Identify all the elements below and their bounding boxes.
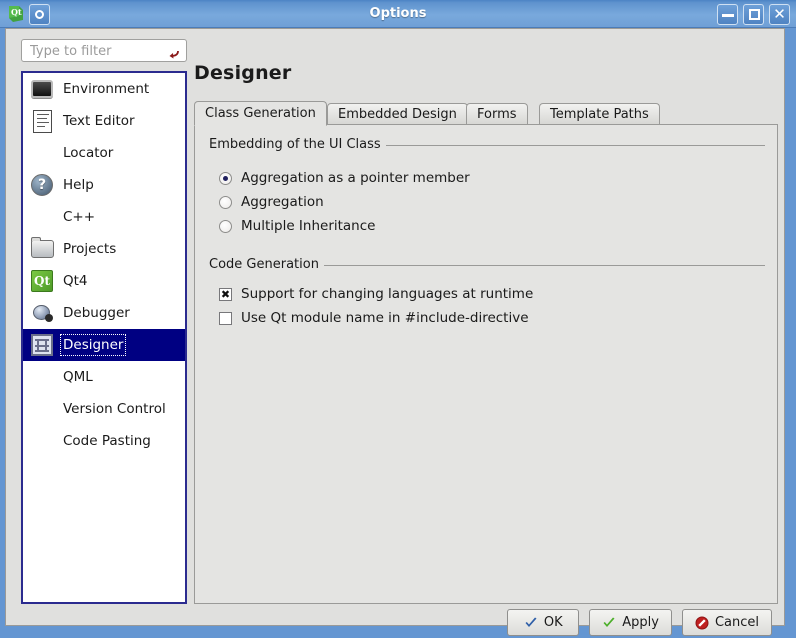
cancel-red-icon [695,616,709,630]
sidebar-item-qt4[interactable]: Qt Qt4 [23,265,185,297]
group-code-generation: Code Generation Support for changing lan… [209,257,765,337]
help-icon: ? [28,171,56,199]
sidebar-item-label: Code Pasting [63,433,151,449]
group-title: Code Generation [209,257,324,272]
sidebar-item-designer[interactable]: Designer [23,329,185,361]
no-icon [28,395,56,423]
sidebar-item-help[interactable]: ? Help [23,169,185,201]
radio-label: Multiple Inheritance [241,218,376,234]
sidebar-item-label: Debugger [63,305,130,321]
clear-filter-icon[interactable] [168,45,180,59]
cancel-button[interactable]: Cancel [681,609,772,636]
tab-panel-class-generation: Embedding of the UI Class Aggregation as… [194,124,778,604]
ok-label: OK [543,615,563,630]
sidebar-item-label: Environment [63,81,150,97]
maximize-icon [749,9,760,20]
tab-class-generation[interactable]: Class Generation [194,101,327,126]
check-blue-icon [524,616,538,630]
sidebar-item-label: Designer [59,334,127,356]
radio-indicator[interactable] [219,171,232,185]
category-list[interactable]: Environment Text Editor Locator ? Help C… [21,71,187,604]
sidebar-item-label: QML [63,369,93,385]
group-title: Embedding of the UI Class [209,137,386,152]
document-icon [28,107,56,135]
designer-icon [28,331,56,359]
filter-box[interactable] [21,39,187,63]
radio-aggregation[interactable]: Aggregation [219,194,324,210]
checkbox-use-qt-module-name[interactable]: Use Qt module name in #include-directive [219,310,529,326]
sidebar-item-environment[interactable]: Environment [23,73,185,105]
bug-icon [28,299,56,327]
radio-label: Aggregation [241,194,324,210]
checkbox-label: Support for changing languages at runtim… [241,286,534,302]
no-icon [28,139,56,167]
check-green-icon [602,616,616,630]
title-bar[interactable]: Qt Options ✕ [0,0,796,28]
minimize-icon [722,14,734,17]
sidebar-item-label: C++ [63,209,96,225]
dialog-button-row: OK Apply Cancel [507,609,772,636]
sidebar-item-code-pasting[interactable]: Code Pasting [23,425,185,457]
radio-indicator[interactable] [219,219,232,233]
checkbox-support-changing-languages[interactable]: Support for changing languages at runtim… [219,286,533,302]
radio-indicator[interactable] [219,195,232,209]
checkbox-indicator[interactable] [219,287,232,301]
window-menu-ring [35,10,44,19]
tab-embedded-design[interactable]: Embedded Design [327,103,468,125]
apply-button[interactable]: Apply [589,609,672,636]
sidebar-item-debugger[interactable]: Debugger [23,297,185,329]
sidebar-item-label: Help [63,177,94,193]
sidebar-item-cpp[interactable]: C++ [23,201,185,233]
radio-label: Aggregation as a pointer member [241,170,470,186]
page-title: Designer [194,62,292,84]
svg-text:Qt: Qt [11,7,22,17]
cancel-label: Cancel [714,615,759,630]
qt-icon: Qt [28,267,56,295]
sidebar-item-projects[interactable]: Projects [23,233,185,265]
window-frame: Designer Environment Text Editor [5,28,791,636]
options-window: Qt Options ✕ Type to filter Designer Env… [0,0,796,638]
tab-template-paths[interactable]: Template Paths [539,103,660,125]
no-icon [28,427,56,455]
maximize-button[interactable] [743,4,764,25]
close-button[interactable]: ✕ [769,4,790,25]
sidebar-item-label: Version Control [63,401,166,417]
sidebar-item-label: Text Editor [63,113,135,129]
tab-forms[interactable]: Forms [466,103,528,125]
sidebar-item-label: Projects [63,241,117,257]
sidebar-item-label: Locator [63,145,114,161]
dialog-client-area: Designer Environment Text Editor [5,28,785,636]
checkbox-label: Use Qt module name in #include-directive [241,310,529,326]
minimize-button[interactable] [717,4,738,25]
sidebar-item-version-control[interactable]: Version Control [23,393,185,425]
radio-aggregation-pointer[interactable]: Aggregation as a pointer member [219,170,470,186]
window-menu-icon[interactable] [29,4,50,25]
folder-icon [28,235,56,263]
apply-label: Apply [622,615,659,630]
window-controls: ✕ [717,4,790,25]
sidebar-item-text-editor[interactable]: Text Editor [23,105,185,137]
sidebar-item-label: Qt4 [63,273,88,289]
no-icon [28,203,56,231]
qt-logo-icon: Qt [6,4,26,24]
window-title: Options [369,6,427,21]
close-icon: ✕ [773,5,786,23]
tab-bar: Class Generation Embedded Design Forms T… [194,101,778,126]
group-embedding-of-ui-class: Embedding of the UI Class Aggregation as… [209,137,765,237]
checkbox-indicator[interactable] [219,311,232,325]
no-icon [28,363,56,391]
monitor-icon [28,75,56,103]
sidebar-item-locator[interactable]: Locator [23,137,185,169]
ok-button[interactable]: OK [507,609,580,636]
search-input[interactable] [28,40,162,63]
radio-multiple-inheritance[interactable]: Multiple Inheritance [219,218,375,234]
sidebar-item-qml[interactable]: QML [23,361,185,393]
